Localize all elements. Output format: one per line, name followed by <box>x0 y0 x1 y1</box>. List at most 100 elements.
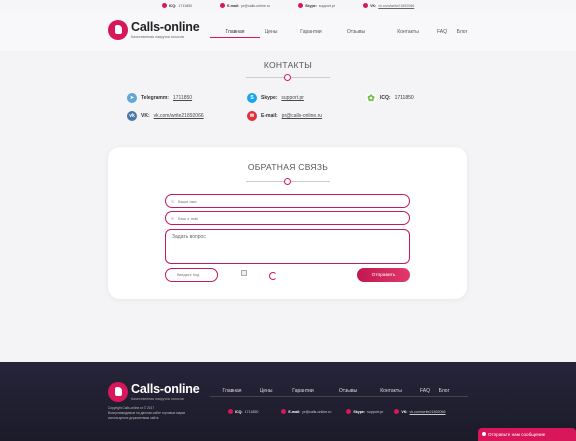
footer-nav-blog[interactable]: Блог <box>438 386 450 396</box>
trademark-notice: Воспроизводимые на данном сайте торговые… <box>108 411 186 420</box>
top-email: E-mail: pr@calls-online.ru <box>220 3 270 8</box>
main-nav: Главная Цены Гарантии Отзывы Контакты FA… <box>210 27 469 38</box>
vk-icon <box>363 3 369 8</box>
email-link[interactable]: pr@calls-online.ru <box>282 113 322 119</box>
footer-icq: ICQ: 1711850 <box>228 409 258 414</box>
question-textarea[interactable]: Задать вопрос <box>165 229 410 264</box>
footer-contacts: ICQ: 1711850 E-mail: pr@calls-online.ru … <box>228 409 445 414</box>
chat-label: Отправьте нам сообщение <box>488 432 546 437</box>
captcha-placeholder: Введите Код <box>177 273 200 277</box>
footer-vk: VK: vk.com/write21892066 <box>394 409 445 414</box>
footer-copyright: Copyright Calls-online.ru © 2017 Воспрои… <box>108 406 190 421</box>
nav-reviews[interactable]: Отзывы <box>341 27 371 38</box>
nav-prices[interactable]: Цены <box>262 27 280 38</box>
vk-icon: vk <box>127 111 137 121</box>
footer-nav: Главная Цены Гарантии Отзывы Контакты FA… <box>222 386 450 396</box>
icq-icon <box>161 3 167 8</box>
email-label: E-mail: <box>261 113 278 119</box>
name-placeholder: Ваше имя <box>178 198 197 204</box>
refresh-captcha-icon[interactable] <box>269 272 277 280</box>
footer-nav-contacts[interactable]: Контакты <box>378 386 404 396</box>
top-icq-value: 1711850 <box>178 3 193 8</box>
thumbs-up-logo-icon <box>108 20 128 40</box>
telegram-link[interactable]: 1711850 <box>173 95 192 101</box>
top-skype-label: Skype: <box>305 3 317 8</box>
name-input[interactable]: Ваше имя <box>165 194 410 208</box>
top-email-label: E-mail: <box>227 3 240 8</box>
vk-label: VK: <box>141 113 150 119</box>
nav-blog[interactable]: Блог <box>455 27 469 38</box>
top-icq-label: ICQ: <box>168 3 177 8</box>
thumbs-up-logo-icon <box>108 382 128 402</box>
mail-icon <box>171 216 174 220</box>
footer-nav-home[interactable]: Главная <box>222 386 242 396</box>
chat-widget-button[interactable]: Отправьте нам сообщение <box>478 428 576 441</box>
top-skype: Skype: support.pr <box>298 3 335 8</box>
contact-vk: vk VK: vk.com/write21892066 <box>127 111 204 121</box>
feedback-title: ОБРАТНАЯ СВЯЗЬ <box>247 162 329 172</box>
footer-nav-faq[interactable]: FAQ <box>419 386 431 396</box>
nav-faq[interactable]: FAQ <box>435 27 449 38</box>
footer-divider <box>210 396 468 397</box>
icq-label: ICQ: <box>380 95 391 101</box>
footer-nav-reviews[interactable]: Отзывы <box>336 386 360 396</box>
send-button[interactable]: Отправить <box>357 268 410 282</box>
top-vk: VK: vk.com/write21892066 <box>363 3 414 8</box>
logo-subtitle: Качественная накрутка голосов <box>131 35 184 39</box>
footer-logo[interactable]: Calls-online Качественная накрутка голос… <box>108 382 200 402</box>
contacts-title: КОНТАКТЫ <box>263 60 313 70</box>
email-icon <box>220 3 226 8</box>
footer-logo-title: Calls-online <box>131 382 200 396</box>
nav-contacts[interactable]: Контакты <box>391 27 425 38</box>
contacts-title-ornament <box>284 74 291 81</box>
telegram-icon: ➤ <box>127 93 137 103</box>
skype-icon: S <box>247 93 257 103</box>
footer-nav-prices[interactable]: Цены <box>259 386 273 396</box>
footer-logo-subtitle: Качественная накрутка голосов <box>131 397 184 401</box>
vk-link[interactable]: vk.com/write21892066 <box>154 113 204 119</box>
footer-skype: Skype: support.pr <box>346 409 383 414</box>
footer-skype-link[interactable]: support.pr <box>367 410 383 414</box>
vk-icon <box>394 409 400 414</box>
chat-icon <box>482 432 486 436</box>
icq-value: 1711850 <box>394 95 414 101</box>
footer-vk-link[interactable]: vk.com/write21892066 <box>410 410 446 414</box>
logo-title: Calls-online <box>131 20 200 34</box>
email-icon <box>281 409 287 414</box>
footer-email-link[interactable]: pr@calls-online.ru <box>302 410 331 414</box>
email-input[interactable]: Ваш e-mail <box>165 211 410 225</box>
contact-skype: S Skype: support.pr <box>247 93 304 103</box>
footer-email: E-mail: pr@calls-online.ru <box>281 409 331 414</box>
captcha-image <box>241 270 247 276</box>
contact-icq: ✿ ICQ: 1711850 <box>366 93 414 103</box>
skype-icon <box>298 3 304 8</box>
question-placeholder: Задать вопрос <box>172 234 206 240</box>
footer-icq-label: ICQ: <box>235 409 243 414</box>
skype-label: Skype: <box>261 95 278 101</box>
nav-guarantees[interactable]: Гарантии <box>293 27 329 38</box>
email-placeholder: Ваш e-mail <box>178 215 199 221</box>
email-icon: ✉ <box>247 111 257 121</box>
top-vk-label: VK: <box>370 3 377 8</box>
top-skype-link[interactable]: support.pr <box>319 4 335 8</box>
top-contact-bar: ICQ: 1711850 E-mail: pr@calls-online.ru … <box>0 0 576 11</box>
contact-email: ✉ E-mail: pr@calls-online.ru <box>247 111 322 121</box>
feedback-title-ornament <box>284 178 291 185</box>
nav-home[interactable]: Главная <box>210 27 260 38</box>
top-vk-link[interactable]: vk.com/write21892066 <box>378 4 414 8</box>
footer-email-label: E-mail: <box>288 409 301 414</box>
footer-vk-label: VK: <box>401 409 408 414</box>
icq-flower-icon: ✿ <box>366 92 376 103</box>
telegram-label: Telegramm: <box>141 95 169 101</box>
contact-telegram: ➤ Telegramm: 1711850 <box>127 93 192 103</box>
footer-icq-value: 1711850 <box>244 409 259 414</box>
logo[interactable]: Calls-online Качественная накрутка голос… <box>108 20 200 40</box>
footer-skype-label: Skype: <box>353 409 366 414</box>
captcha-input[interactable]: Введите Код <box>165 268 218 282</box>
user-icon <box>171 199 174 203</box>
footer-nav-guarantees[interactable]: Гарантии <box>290 386 316 396</box>
skype-link[interactable]: support.pr <box>281 95 304 101</box>
icq-icon <box>228 409 233 414</box>
skype-icon <box>346 409 352 414</box>
top-email-link[interactable]: pr@calls-online.ru <box>241 4 270 8</box>
